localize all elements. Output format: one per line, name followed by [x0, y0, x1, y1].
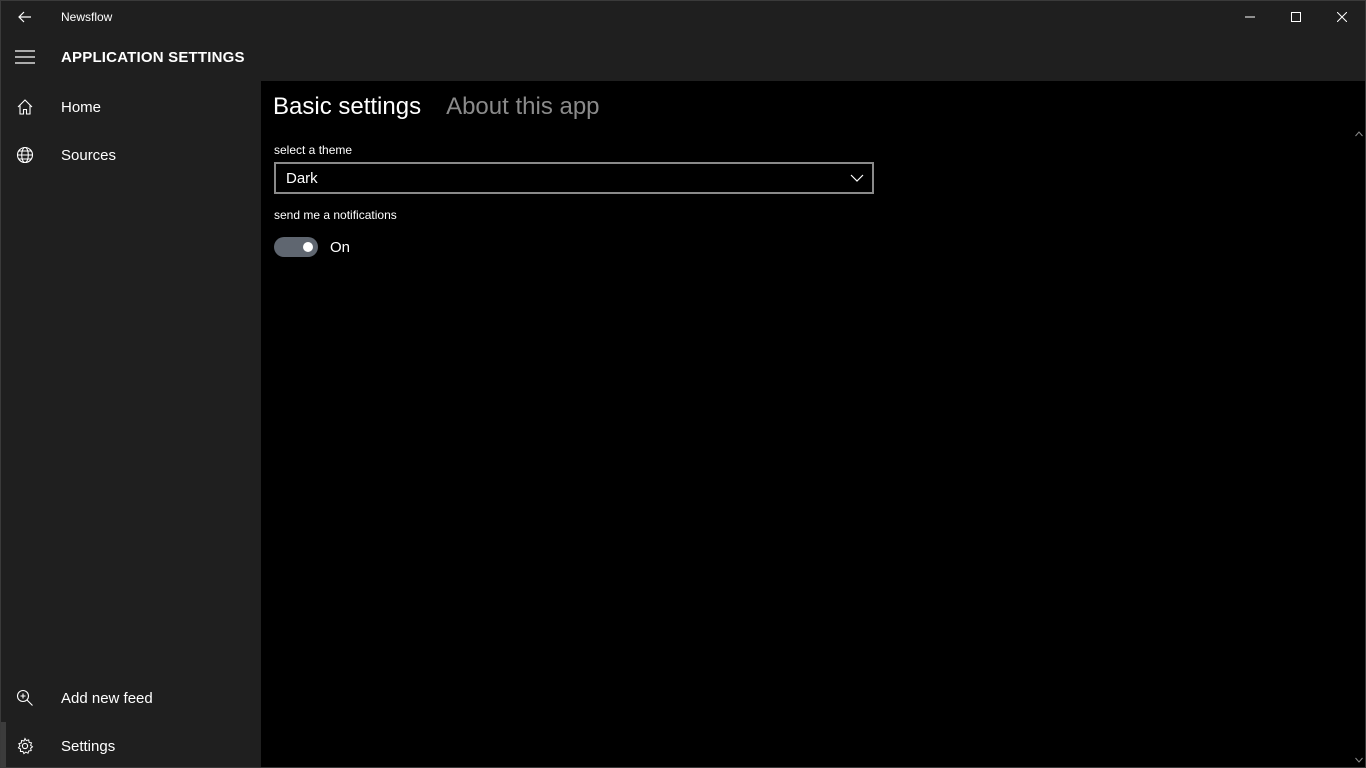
tab-basic-settings[interactable]: Basic settings [273, 91, 421, 123]
navigation-pane: Home Sources Add new feed Settings [1, 81, 261, 768]
scroll-down-arrow-icon[interactable] [1355, 757, 1363, 763]
sidebar-item-add-new-feed[interactable]: Add new feed [1, 674, 261, 722]
close-button[interactable] [1319, 1, 1365, 33]
scroll-up-arrow-icon[interactable] [1355, 131, 1363, 137]
sidebar-item-label: Sources [61, 146, 117, 164]
theme-label: select a theme [274, 143, 353, 157]
home-icon [1, 83, 49, 131]
toggle-state-text: On [330, 238, 351, 256]
page-header: APPLICATION SETTINGS [1, 33, 1365, 81]
maximize-button[interactable] [1273, 1, 1319, 33]
app-title: Newsflow [61, 10, 113, 24]
zoom-add-icon [1, 674, 49, 722]
sidebar-item-sources[interactable]: Sources [1, 131, 261, 179]
sidebar-item-settings[interactable]: Settings [1, 722, 261, 768]
maximize-icon [1291, 12, 1301, 22]
hamburger-icon [15, 50, 35, 64]
globe-icon [1, 131, 49, 179]
tab-about-this-app[interactable]: About this app [446, 91, 599, 123]
theme-dropdown[interactable]: Dark [274, 162, 874, 194]
sidebar-item-label: Settings [61, 737, 116, 755]
theme-selected-value: Dark [286, 169, 318, 187]
toggle-knob [303, 242, 313, 252]
sidebar-item-home[interactable]: Home [1, 83, 261, 131]
sidebar-item-label: Home [61, 98, 102, 116]
notifications-toggle[interactable] [274, 237, 318, 257]
settings-content: Basic settings About this app select a t… [261, 81, 1365, 767]
app-window: Newsflow APPLICATION SETTINGS Home Sourc… [0, 0, 1366, 768]
minimize-icon [1245, 16, 1255, 18]
title-bar: Newsflow [1, 1, 1365, 33]
notifications-label: send me a notifications [274, 208, 397, 222]
caption-buttons [1227, 1, 1365, 33]
notifications-toggle-row: On [274, 237, 350, 257]
gear-icon [1, 722, 49, 768]
pivot-tabs: Basic settings About this app [273, 91, 600, 123]
back-button[interactable] [1, 1, 49, 33]
back-arrow-icon [18, 11, 31, 23]
minimize-button[interactable] [1227, 1, 1273, 33]
vertical-scrollbar[interactable] [1353, 129, 1365, 767]
hamburger-button[interactable] [1, 33, 49, 81]
close-icon [1337, 12, 1347, 22]
chevron-down-icon [850, 174, 864, 182]
page-title: APPLICATION SETTINGS [61, 48, 245, 66]
sidebar-item-label: Add new feed [61, 689, 153, 707]
